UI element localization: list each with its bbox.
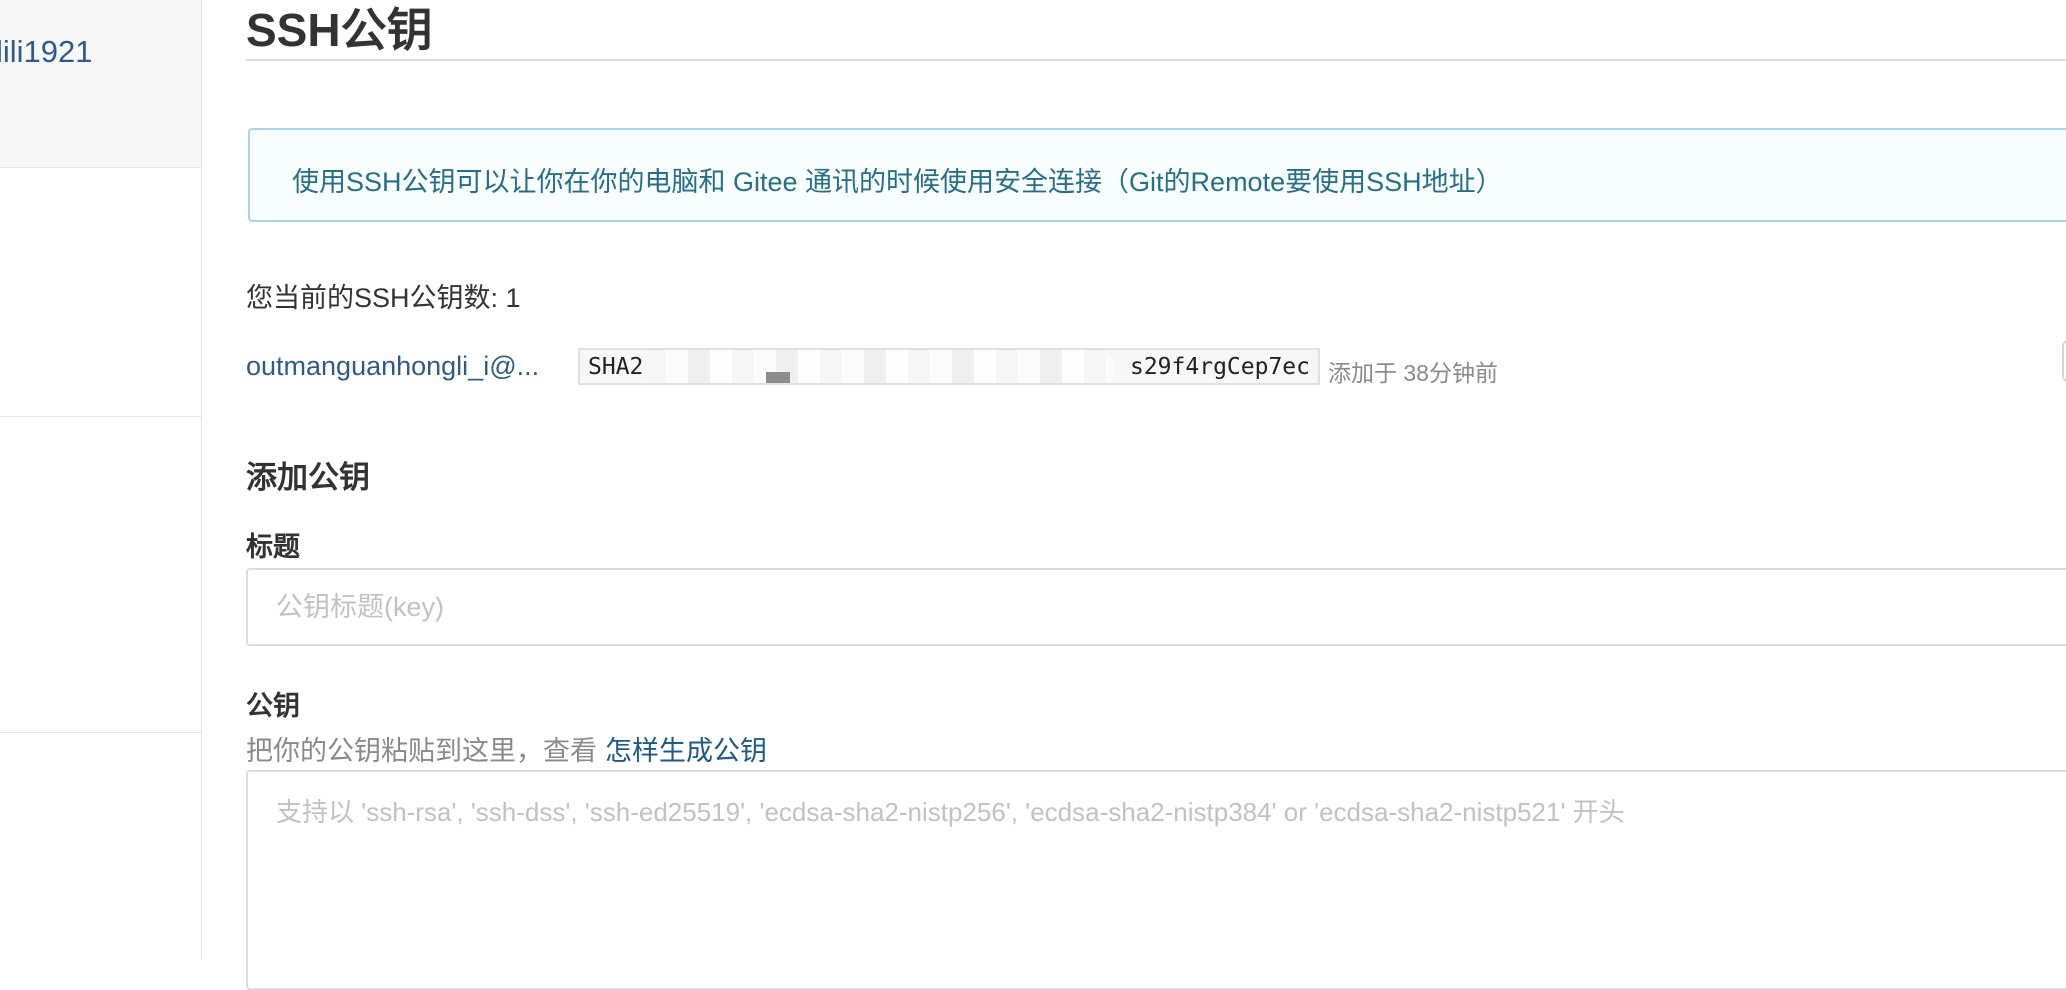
ssh-key-title-link[interactable]: outmanguanhongli_i@... [246,351,539,382]
sidebar-divider [0,732,201,733]
sidebar-divider [0,416,201,417]
title-field-label: 标题 [246,532,300,562]
ssh-key-row: outmanguanhongli_i@... SHA2 s29f4rgCep7e… [246,340,2066,388]
key-hint-text: 把你的公钥粘贴到这里，查看 [246,736,597,766]
page-title: SSH公钥 [246,4,433,56]
title-divider [246,59,2066,61]
sidebar-username-link[interactable]: lili1921 [0,34,93,70]
sidebar: lili1921 [0,0,202,960]
ssh-key-added-time: 添加于 38分钟前 [1328,360,1498,386]
fingerprint-start: SHA2 [588,354,644,380]
public-key-textarea[interactable] [246,770,2066,990]
ssh-key-fingerprint: SHA2 s29f4rgCep7ec [578,348,1320,385]
key-hint: 把你的公钥粘贴到这里，查看 怎样生成公钥 [246,729,767,768]
info-alert: 使用SSH公钥可以让你在你的电脑和 Gitee 通讯的时候使用安全连接（Git的… [248,128,2066,222]
fingerprint-redaction-mark [766,372,790,383]
main-content: SSH公钥 使用SSH公钥可以让你在你的电脑和 Gitee 通讯的时候使用安全连… [246,0,2066,990]
fingerprint-end: s29f4rgCep7ec [1129,354,1310,380]
ssh-key-action-button[interactable] [2062,340,2066,382]
add-key-heading: 添加公钥 [246,460,370,495]
key-count: 您当前的SSH公钥数: 1 [246,283,521,313]
how-to-generate-key-link[interactable]: 怎样生成公钥 [605,736,767,766]
key-field-label: 公钥 [246,691,300,721]
fingerprint-redaction [644,350,1114,383]
key-title-input[interactable] [246,568,2066,646]
sidebar-profile-header: lili1921 [0,0,201,168]
info-alert-text: 使用SSH公钥可以让你在你的电脑和 Gitee 通讯的时候使用安全连接（Git的… [292,167,1503,197]
